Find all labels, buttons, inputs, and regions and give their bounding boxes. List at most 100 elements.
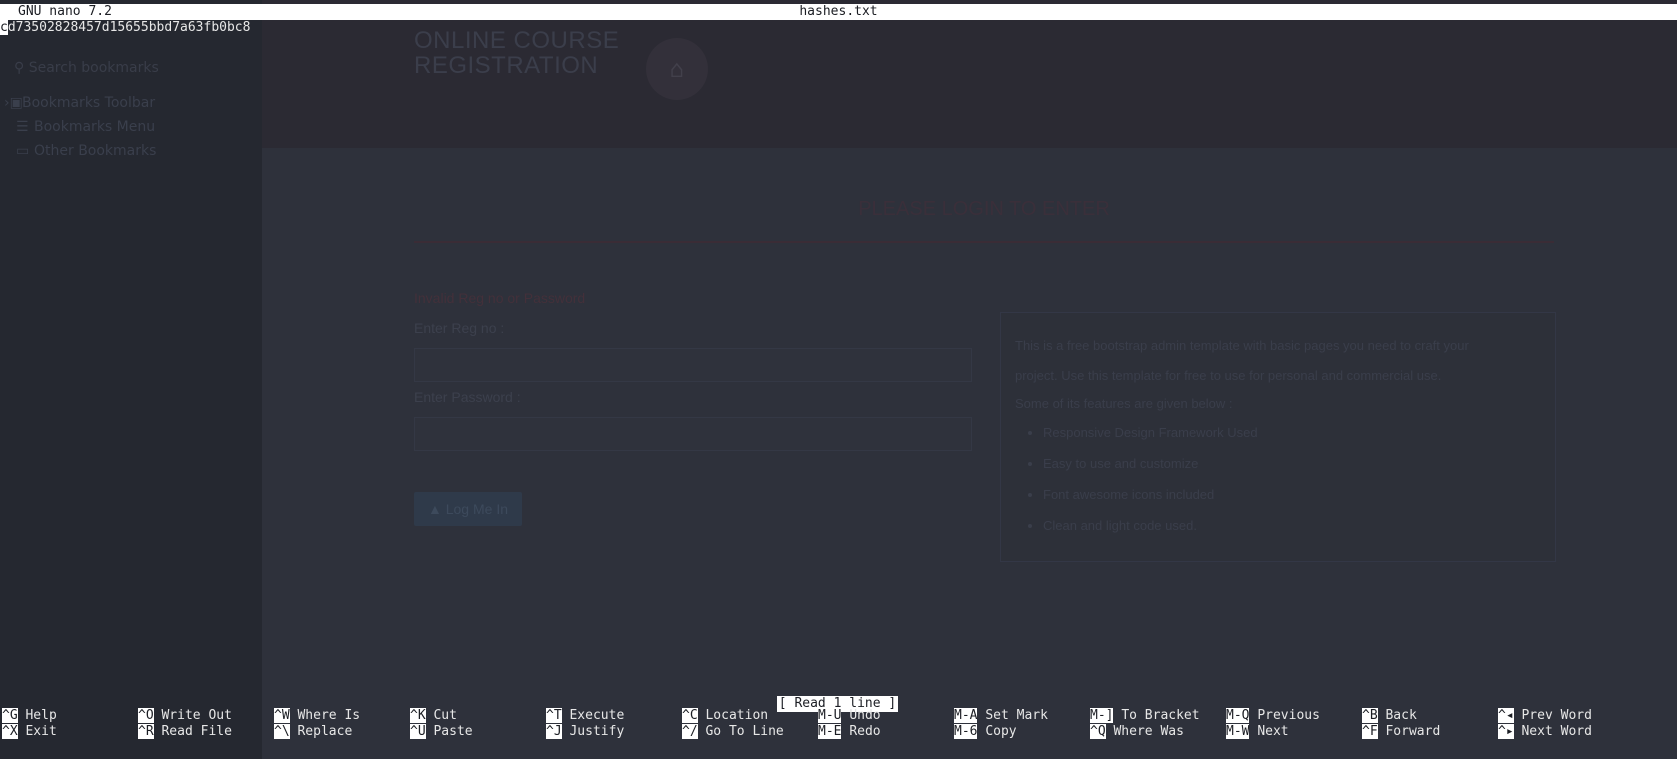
shortcut-label: Execute — [569, 708, 625, 723]
shortcut-key: ^X — [2, 724, 18, 739]
shortcut-key: M-] — [1090, 708, 1114, 723]
graduation-logo-icon: ⌂ — [646, 38, 708, 100]
shortcut-key: ^U — [410, 724, 426, 739]
shortcut-next[interactable]: M-W Next — [1226, 724, 1289, 740]
shortcut-set-mark[interactable]: M-A Set Mark — [954, 708, 1048, 724]
shortcut-write-out[interactable]: ^O Write Out — [138, 708, 232, 724]
shortcut-execute[interactable]: ^T Execute — [546, 708, 624, 724]
shortcut-read-file[interactable]: ^R Read File — [138, 724, 232, 740]
shortcut-location[interactable]: ^C Location — [682, 708, 768, 724]
shortcut-copy[interactable]: M-6 Copy — [954, 724, 1017, 740]
shortcut-label: Read File — [161, 724, 232, 739]
shortcut-bar: ^G Help ^O Write Out ^W Where Is ^K Cut … — [0, 708, 1677, 742]
shortcut-label: Previous — [1257, 708, 1320, 723]
shortcut-label: Next Word — [1521, 724, 1592, 739]
bookmark-folder-label: Bookmarks Toolbar — [22, 95, 156, 111]
shortcut-help[interactable]: ^G Help — [2, 708, 57, 724]
shortcut-prev-word[interactable]: ^◂ Prev Word — [1498, 708, 1592, 724]
bookmark-folder-other[interactable]: ▭ Other Bookmarks — [16, 141, 156, 161]
bookmark-folder-menu[interactable]: ☰ Bookmarks Menu — [16, 117, 155, 137]
shortcut-key: ^C — [682, 708, 698, 723]
shortcut-label: Set Mark — [985, 708, 1048, 723]
feature-item: Easy to use and customize — [1043, 448, 1258, 479]
shortcut-key: M-U — [818, 708, 842, 723]
shortcut-label: Redo — [849, 724, 881, 739]
shortcut-where-was[interactable]: ^Q Where Was — [1090, 724, 1184, 740]
menu-icon: ☰ — [16, 119, 29, 135]
folder-icon: ▭ — [16, 143, 30, 159]
feature-item: Responsive Design Framework Used — [1043, 417, 1258, 448]
password-label: Enter Password : — [414, 389, 521, 405]
shortcut-key: M-6 — [954, 724, 978, 739]
shortcut-next-word[interactable]: ^▸ Next Word — [1498, 724, 1592, 740]
shortcut-label: Next — [1257, 724, 1289, 739]
shortcut-label: To Bracket — [1121, 708, 1200, 723]
shortcut-label: Where Is — [297, 708, 361, 723]
bookmarks-search-placeholder: Search bookmarks — [28, 60, 159, 76]
folder-toolbar-icon: ›▣ — [4, 95, 23, 111]
shortcut-label: Location — [705, 708, 769, 723]
shortcut-label: Forward — [1385, 724, 1441, 739]
shortcut-cut[interactable]: ^K Cut — [410, 708, 457, 724]
bookmark-folder-label: Other Bookmarks — [34, 143, 157, 159]
feature-list: Responsive Design Framework Used Easy to… — [1043, 417, 1258, 541]
shortcut-justify[interactable]: ^J Justify — [546, 724, 624, 740]
text-cursor: c — [0, 20, 8, 35]
shortcut-label: Back — [1385, 708, 1417, 723]
bookmark-folder-label: Bookmarks Menu — [34, 119, 156, 135]
shortcut-label: Prev Word — [1521, 708, 1592, 723]
shortcut-key: ^◂ — [1498, 708, 1514, 723]
feature-item: Clean and light code used. — [1043, 510, 1258, 541]
reg-no-input[interactable] — [414, 348, 972, 382]
search-icon: ⚲ — [14, 60, 29, 76]
brand-line-1: ONLINE COURSE — [414, 27, 620, 54]
shortcut-label: Cut — [433, 708, 457, 723]
shortcut-to-bracket[interactable]: M-] To Bracket — [1090, 708, 1200, 724]
file-content-line[interactable]: cd73502828457d15655bbd7a63fb0bc8 — [0, 20, 250, 36]
bookmarks-sidebar: ⚲ Search bookmarks ›▣Bookmarks Toolbar ☰… — [0, 0, 262, 759]
login-error-message: Invalid Reg no or Password — [414, 290, 586, 306]
shortcut-key: ^▸ — [1498, 724, 1514, 739]
title-divider — [414, 241, 1554, 243]
shortcut-key: ^Q — [1090, 724, 1106, 739]
nano-title-bar: GNU nano 7.2 hashes.txt — [0, 4, 1677, 20]
shortcut-replace[interactable]: ^\ Replace — [274, 724, 352, 740]
login-button[interactable]: ▲ Log Me In — [414, 492, 522, 526]
shortcut-key: ^F — [1362, 724, 1378, 739]
info-text-2: project. Use this template for free to u… — [1015, 368, 1442, 383]
shortcut-label: Go To Line — [705, 724, 784, 739]
file-content-text: d73502828457d15655bbd7a63fb0bc8 — [7, 20, 251, 35]
shortcut-paste[interactable]: ^U Paste — [410, 724, 473, 740]
shortcut-undo[interactable]: M-U Undo — [818, 708, 881, 724]
shortcut-label: Paste — [433, 724, 473, 739]
background-browser-page: ⚲ Search bookmarks ›▣Bookmarks Toolbar ☰… — [0, 0, 1677, 759]
bookmarks-search-input[interactable]: ⚲ Search bookmarks — [8, 55, 254, 81]
shortcut-label: Undo — [849, 708, 881, 723]
info-panel: This is a free bootstrap admin template … — [1000, 312, 1556, 562]
info-text-1: This is a free bootstrap admin template … — [1015, 338, 1469, 353]
shortcut-key: ^W — [274, 708, 290, 723]
shortcut-where-is[interactable]: ^W Where Is — [274, 708, 360, 724]
shortcut-key: ^/ — [682, 724, 698, 739]
info-text-3: Some of its features are given below : — [1015, 396, 1233, 411]
shortcut-redo[interactable]: M-E Redo — [818, 724, 881, 740]
brand-line-2: REGISTRATION — [414, 52, 599, 79]
password-input[interactable] — [414, 417, 972, 451]
bookmark-folder-toolbar[interactable]: ›▣Bookmarks Toolbar — [4, 93, 155, 113]
nano-filename: hashes.txt — [799, 4, 878, 19]
shortcut-label: Exit — [25, 724, 57, 739]
shortcut-key: M-E — [818, 724, 842, 739]
shortcut-label: Copy — [985, 724, 1017, 739]
shortcut-label: Where Was — [1113, 724, 1184, 739]
shortcut-back[interactable]: ^B Back — [1362, 708, 1417, 724]
shortcut-go-to-line[interactable]: ^/ Go To Line — [682, 724, 784, 740]
site-brand: ONLINE COURSE REGISTRATION — [414, 28, 644, 78]
shortcut-forward[interactable]: ^F Forward — [1362, 724, 1440, 740]
shortcut-key: ^B — [1362, 708, 1378, 723]
shortcut-key: M-A — [954, 708, 978, 723]
shortcut-exit[interactable]: ^X Exit — [2, 724, 57, 740]
status-bar: [ Read 1 line ] — [0, 692, 1677, 712]
shortcut-previous[interactable]: M-Q Previous — [1226, 708, 1320, 724]
feature-item: Font awesome icons included — [1043, 479, 1258, 510]
login-title: PLEASE LOGIN TO ENTER — [858, 198, 1110, 220]
